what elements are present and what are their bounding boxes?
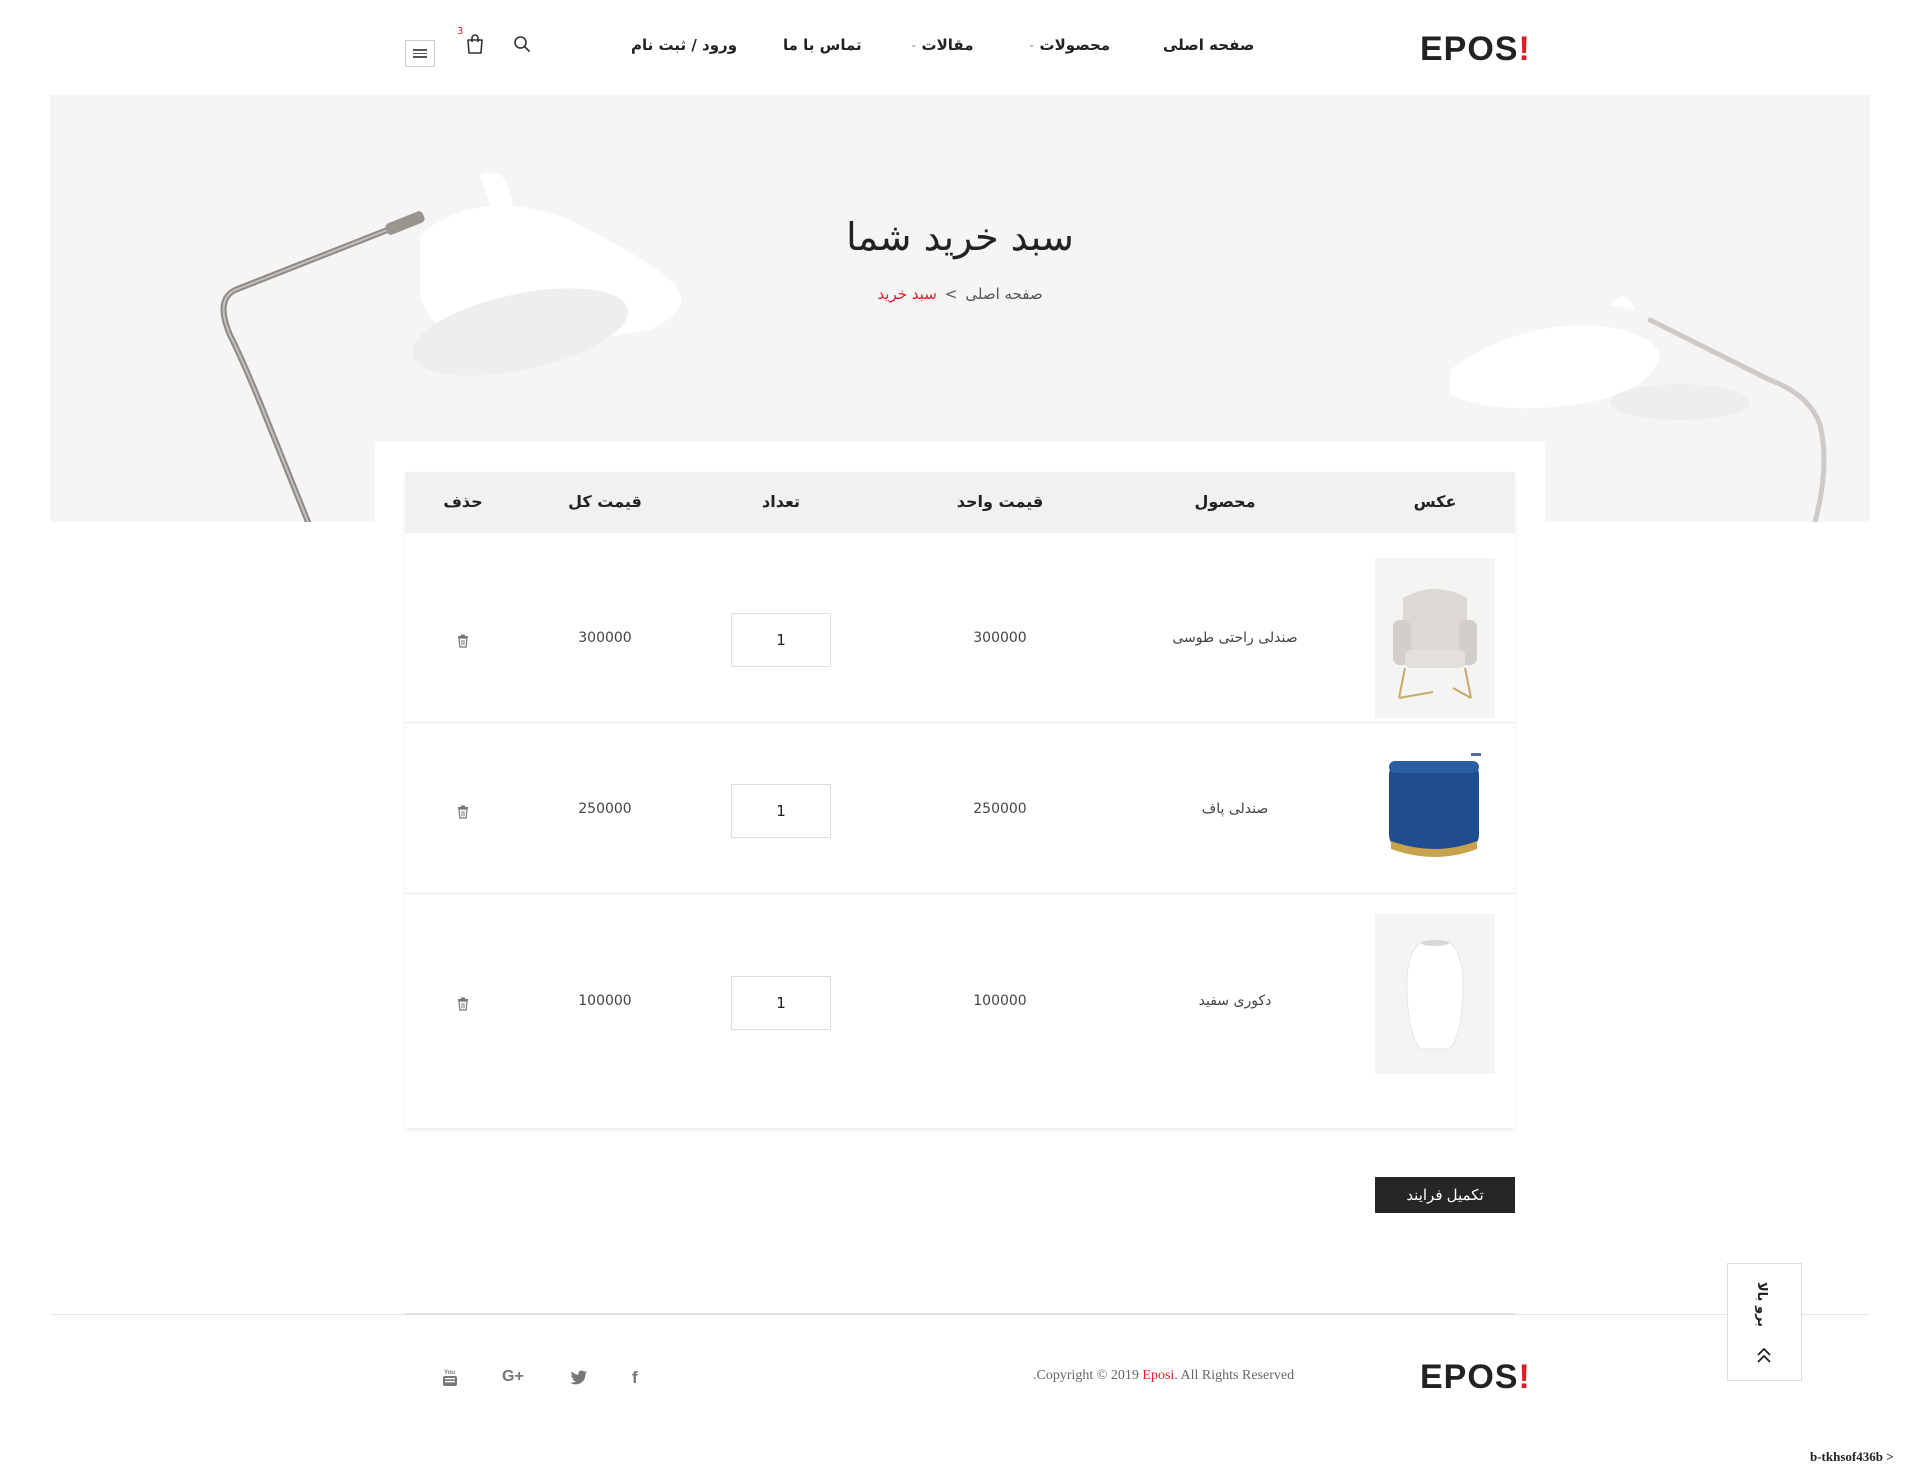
cart-panel: عکس محصول قیمت واحد تعداد قیمت کل حذف صن… [375,442,1545,1142]
armchair-image[interactable] [1375,558,1495,718]
unit-price: 250000 [973,801,1027,817]
youtube-icon[interactable]: You [442,1367,458,1387]
facebook-icon[interactable]: f [632,1368,638,1388]
chevron-down-icon: ⌄ [1028,40,1036,50]
copyright-brand[interactable]: Eposi [1142,1368,1174,1383]
checkout-button[interactable]: تکمیل فرایند [1375,1177,1515,1213]
trash-icon[interactable] [457,997,469,1011]
quantity-input[interactable] [731,784,831,838]
back-to-top-button[interactable]: برو بالا [1727,1263,1802,1381]
quantity-input[interactable] [731,976,831,1030]
logo-mark: ! [1518,1358,1531,1396]
table-row: صندلی پاف 250000 250000 [405,723,1515,894]
nav-products[interactable]: ⌄ محصولات [1028,36,1110,54]
unit-price: 300000 [973,630,1027,646]
logo-text: EPOS [1420,30,1519,68]
cart-count-badge: 3 [457,26,464,37]
cart-table: عکس محصول قیمت واحد تعداد قیمت کل حذف صن… [405,472,1515,1128]
site-logo[interactable]: EPOS! [1420,30,1531,69]
footer-logo[interactable]: EPOS! [1420,1358,1531,1397]
menu-icon-bar [413,56,427,58]
product-name[interactable]: صندلی پاف [1135,801,1335,817]
trash-icon[interactable] [457,805,469,819]
corner-label: b-tkhsof436b > [1810,1449,1894,1464]
quantity-input[interactable] [731,613,831,667]
nav-login-label: ورود / ثبت نام [631,36,738,54]
pouf-illustration [1389,753,1481,857]
nav-home-label: صفحه اصلی [1163,36,1255,54]
cart-icon[interactable] [465,33,485,55]
chevron-down-icon: ⌄ [910,40,918,50]
line-total: 300000 [578,630,632,646]
logo-text: EPOS [1420,1358,1519,1396]
breadcrumb-separator: > [944,285,958,303]
vase-image[interactable] [1375,914,1495,1074]
copyright-text: .Copyright © 2019 Eposi. All Rights Rese… [1033,1368,1294,1384]
double-chevron-up-icon [1757,1347,1771,1363]
unit-price: 100000 [973,993,1027,1009]
header-total: قیمت کل [568,492,642,511]
line-total: 250000 [578,801,632,817]
trash-icon[interactable] [457,634,469,648]
back-to-top-label: برو بالا [1754,1282,1769,1328]
copyright-prefix: .Copyright © 2019 [1033,1368,1143,1383]
line-total: 100000 [578,993,632,1009]
table-row: صندلی راحتی طوسی 300000 300000 [405,533,1515,723]
header-product: محصول [1194,492,1256,511]
header-remove: حذف [443,492,483,511]
google-plus-icon[interactable]: G+ [502,1368,524,1386]
site-header: EPOS! صفحه اصلی ⌄ محصولات ⌄ مقالات تماس با… [0,0,1920,95]
copyright-suffix: . All Rights Reserved [1174,1368,1295,1383]
nav-contact[interactable]: تماس با ما [783,36,862,54]
menu-button[interactable] [405,40,435,67]
table-row: دکوری سفید 100000 100000 [405,894,1515,1107]
search-icon[interactable] [513,35,531,53]
vase-illustration [1375,914,1495,1074]
breadcrumb: صفحه اصلی > سبد خرید [50,285,1870,303]
menu-icon-bar [413,49,427,51]
nav-home[interactable]: صفحه اصلی [1163,36,1254,54]
pouf-image[interactable] [1375,749,1495,869]
nav-articles[interactable]: ⌄ مقالات [910,36,974,54]
menu-icon-bar [413,52,427,55]
cart-table-header: عکس محصول قیمت واحد تعداد قیمت کل حذف [405,472,1515,533]
nav-contact-label: تماس با ما [783,36,862,54]
breadcrumb-home[interactable]: صفحه اصلی [965,285,1042,303]
breadcrumb-current: سبد خرید [877,285,937,303]
header-quantity: تعداد [762,492,800,511]
page-title: سبد خرید شما [846,215,1074,259]
armchair-illustration [1375,558,1495,718]
product-name[interactable]: دکوری سفید [1135,993,1335,1009]
svg-text:You: You [444,1370,455,1376]
header-image: عکس [1413,492,1457,511]
footer-divider-inner [405,1313,1515,1315]
twitter-icon[interactable] [570,1370,588,1385]
logo-mark: ! [1518,30,1531,68]
header-unit-price: قیمت واحد [956,492,1044,511]
product-name[interactable]: صندلی راحتی طوسی [1135,630,1335,646]
nav-articles-label: مقالات [921,36,974,54]
nav-products-label: محصولات [1039,36,1111,54]
nav-login[interactable]: ورود / ثبت نام [631,36,737,54]
